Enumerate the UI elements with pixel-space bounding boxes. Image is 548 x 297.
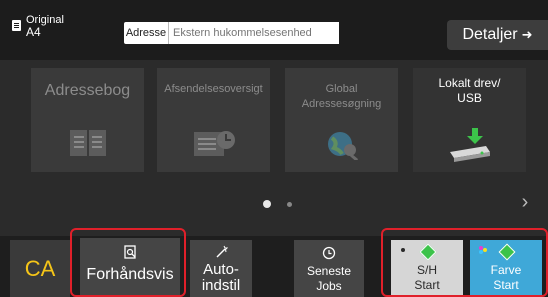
tile-label: Lokalt drev/ USB (438, 76, 501, 105)
tile-label: Afsendelsesoversigt (164, 83, 263, 95)
tile-label: Adressebog (44, 82, 131, 99)
arrow-right-icon: ➜ (521, 27, 533, 42)
usb-drive-icon (449, 128, 490, 162)
details-label: Detaljer (462, 26, 518, 43)
tile-address-book[interactable]: Adressebog (31, 68, 144, 172)
auto-set-button[interactable]: Auto- indstil (190, 240, 252, 297)
details-button[interactable]: Detaljer ➜ (447, 20, 548, 50)
recent-label-2: Jobs (316, 279, 342, 293)
address-book-icon (69, 130, 106, 156)
tile-local-drive-usb[interactable]: Lokalt drev/ USB (413, 68, 526, 172)
tile-global-search[interactable]: Global Adressesøgning (285, 68, 398, 172)
tile-send-history[interactable]: Afsendelsesoversigt (157, 68, 270, 172)
address-bar: Adresse (124, 22, 339, 44)
top-bar: Original A4 Adresse Detaljer➜ (0, 0, 548, 60)
page-dot[interactable] (287, 202, 292, 207)
send-history-icon (193, 131, 235, 156)
magic-wand-icon (216, 245, 228, 258)
highlight-frame-start (381, 228, 548, 297)
auto-label-1: Auto- (203, 261, 239, 278)
chevron-right-icon[interactable]: › (515, 188, 535, 216)
history-clock-icon (322, 246, 336, 260)
tile-label: Global Adressesøgning (301, 83, 382, 110)
highlight-frame-preview (70, 228, 186, 297)
auto-label-2: indstil (201, 277, 241, 294)
global-search-icon (327, 132, 358, 160)
address-input[interactable] (170, 22, 339, 44)
address-label[interactable]: Adresse (124, 22, 169, 44)
document-icon (12, 20, 21, 31)
recent-jobs-button[interactable]: Seneste Jobs (294, 240, 364, 297)
clear-all-button[interactable]: CA (10, 240, 70, 297)
page-dot-active (263, 200, 271, 208)
recent-label-1: Seneste (306, 264, 352, 278)
original-size: A4 (26, 25, 41, 39)
